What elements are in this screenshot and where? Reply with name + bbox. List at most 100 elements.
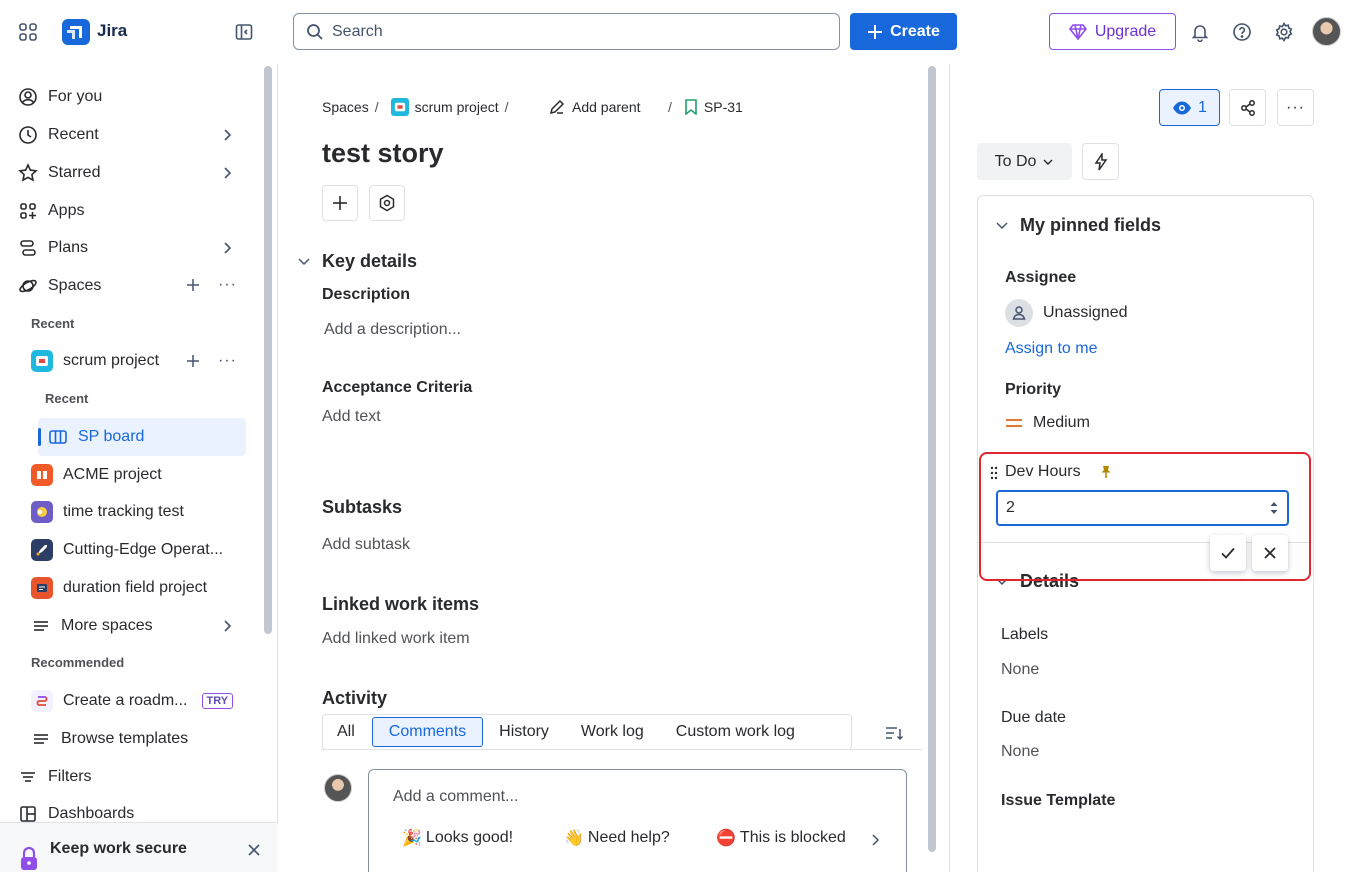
main-scrollbar[interactable] <box>928 66 936 852</box>
issue-template-label: Issue Template <box>1001 792 1116 809</box>
sidebar-item-label: Starred <box>48 164 101 181</box>
chevron-right-icon[interactable] <box>868 833 882 847</box>
due-date-value[interactable]: None <box>1001 743 1039 761</box>
priority-field[interactable]: Medium <box>1005 414 1090 432</box>
sort-icon[interactable] <box>884 724 904 742</box>
create-button-label: Create <box>890 22 940 40</box>
chevron-down-icon[interactable] <box>995 218 1009 232</box>
tab-comments[interactable]: Comments <box>371 717 484 747</box>
sidebar-item-more-spaces[interactable]: More spaces <box>31 611 153 641</box>
duration-project-icon <box>31 577 53 599</box>
search-input[interactable] <box>332 22 812 41</box>
sidebar-item-create-roadmap[interactable]: Create a roadm... TRY <box>31 686 234 716</box>
sidebar-item-label: Browse templates <box>61 730 189 747</box>
more-actions-button[interactable]: ··· <box>1277 89 1314 126</box>
tab-work-log[interactable]: Work log <box>565 717 660 747</box>
eye-icon <box>1172 100 1192 116</box>
dashboard-icon <box>18 804 38 824</box>
quick-reply-blocked[interactable]: ⛔ This is blocked <box>716 828 858 848</box>
sidebar-scrollbar[interactable] <box>264 66 272 634</box>
sidebar-item-recent[interactable]: Recent <box>18 120 99 150</box>
quick-reply-looks-good[interactable]: 🎉 Looks good! <box>402 828 513 848</box>
user-avatar[interactable] <box>1312 17 1341 46</box>
scrum-project-icon <box>31 350 53 372</box>
pinned-fields-heading[interactable]: My pinned fields <box>1020 215 1161 236</box>
sidebar-item-starred[interactable]: Starred <box>18 158 100 188</box>
tab-history[interactable]: History <box>483 717 565 747</box>
share-icon <box>1239 99 1257 117</box>
sidebar-item-time-tracking-test[interactable]: time tracking test <box>31 497 184 527</box>
add-parent-button[interactable]: Add parent <box>548 96 641 118</box>
chevron-right-icon[interactable] <box>219 240 235 256</box>
app-switcher-icon[interactable] <box>18 22 38 42</box>
upgrade-button[interactable]: Upgrade <box>1049 13 1176 50</box>
add-subtask-field[interactable]: Add subtask <box>322 536 410 554</box>
add-item-plus-icon[interactable] <box>186 354 200 368</box>
more-options-icon[interactable]: ··· <box>218 352 237 370</box>
sidebar-item-label: duration field project <box>63 579 208 596</box>
jira-logo-icon[interactable] <box>62 19 90 45</box>
status-dropdown[interactable]: To Do <box>977 143 1072 180</box>
assign-to-me-link[interactable]: Assign to me <box>1005 340 1097 358</box>
menu-lines-icon <box>31 616 51 636</box>
create-button[interactable]: Create <box>850 13 957 50</box>
settings-gear-icon[interactable] <box>1274 22 1294 42</box>
apps-settings-button[interactable] <box>369 185 405 221</box>
tab-all[interactable]: All <box>323 717 369 747</box>
chevron-right-icon[interactable] <box>219 618 235 634</box>
quick-reply-label: Need help? <box>587 829 670 846</box>
app-name[interactable]: Jira <box>97 21 127 41</box>
sidebar-item-spaces[interactable]: Spaces <box>18 271 101 301</box>
sidebar-item-scrum-project[interactable]: scrum project <box>31 346 159 376</box>
pencil-icon <box>548 98 566 116</box>
acceptance-criteria-field[interactable]: Add text <box>322 408 381 426</box>
breadcrumb-issue-key[interactable]: / SP-31 <box>668 96 743 118</box>
key-details-heading[interactable]: Key details <box>322 251 417 272</box>
add-space-plus-icon[interactable] <box>186 278 200 292</box>
sidebar-item-browse-templates[interactable]: Browse templates <box>31 724 188 754</box>
sidebar-item-plans[interactable]: Plans <box>18 233 88 263</box>
labels-value[interactable]: None <box>1001 661 1039 679</box>
description-field[interactable]: Add a description... <box>324 321 461 339</box>
priority-label: Priority <box>1005 381 1062 398</box>
watch-button[interactable]: 1 <box>1159 89 1220 126</box>
add-linked-work-item-field[interactable]: Add linked work item <box>322 630 470 648</box>
sidebar-item-label: Apps <box>48 202 85 219</box>
sidebar-item-label: Create a roadm... <box>63 692 188 709</box>
close-icon[interactable] <box>246 842 262 858</box>
sidebar-item-label: ACME project <box>63 466 162 483</box>
notifications-bell-icon[interactable] <box>1190 22 1210 42</box>
comment-editor[interactable] <box>368 769 907 872</box>
tab-custom-work-log[interactable]: Custom work log <box>660 717 811 747</box>
sidebar-item-duration-field-project[interactable]: duration field project <box>31 573 207 603</box>
time-tracking-test-icon <box>31 501 53 523</box>
menu-lines-icon <box>31 729 51 749</box>
share-button[interactable] <box>1229 89 1266 126</box>
collapse-sidebar-icon[interactable] <box>234 22 254 42</box>
comment-input[interactable]: Add a comment... <box>393 788 518 806</box>
sidebar-item-for-you[interactable]: For you <box>18 82 102 112</box>
priority-medium-icon <box>1005 417 1023 429</box>
description-label: Description <box>322 286 411 303</box>
issue-title[interactable]: test story <box>322 138 444 169</box>
search-field[interactable] <box>293 13 840 50</box>
help-icon[interactable] <box>1232 22 1252 42</box>
chevron-down-icon[interactable] <box>297 254 311 268</box>
sidebar-item-acme-project[interactable]: ACME project <box>31 460 162 490</box>
chevron-right-icon[interactable] <box>219 165 235 181</box>
more-options-icon[interactable]: ··· <box>218 276 237 294</box>
breadcrumb-spaces[interactable]: Spaces <box>322 99 369 115</box>
sidebar-item-label: Plans <box>48 239 89 256</box>
quick-reply-need-help[interactable]: 👋 Need help? <box>564 828 670 848</box>
assignee-field[interactable]: Unassigned <box>1005 299 1128 327</box>
automation-button[interactable] <box>1082 143 1119 180</box>
section-label-recent: Recent <box>31 316 75 331</box>
sidebar-item-label: For you <box>48 88 103 105</box>
sidebar-item-apps[interactable]: Apps <box>18 196 84 226</box>
sidebar-item-sp-board[interactable]: SP board <box>48 422 144 452</box>
add-content-button[interactable] <box>322 185 358 221</box>
sidebar-item-filters[interactable]: Filters <box>18 762 92 792</box>
breadcrumb-project[interactable]: scrum project <box>415 99 499 115</box>
sidebar-item-cutting-edge[interactable]: Cutting-Edge Operat... <box>31 535 223 565</box>
chevron-right-icon[interactable] <box>219 127 235 143</box>
